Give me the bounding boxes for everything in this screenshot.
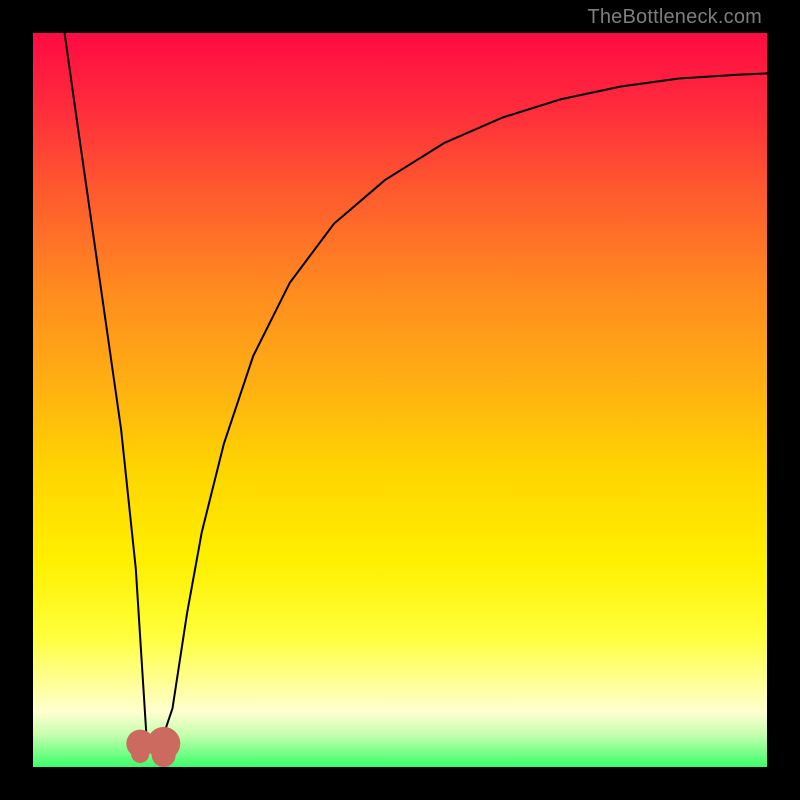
watermark-text: TheBottleneck.com (587, 6, 762, 29)
optimal-markers (126, 727, 180, 767)
outer-frame: TheBottleneck.com (0, 0, 800, 800)
plot-area (33, 33, 767, 767)
chart-overlay (33, 33, 767, 767)
bottleneck-curve (65, 33, 767, 741)
marker-optimal-end (147, 727, 180, 760)
